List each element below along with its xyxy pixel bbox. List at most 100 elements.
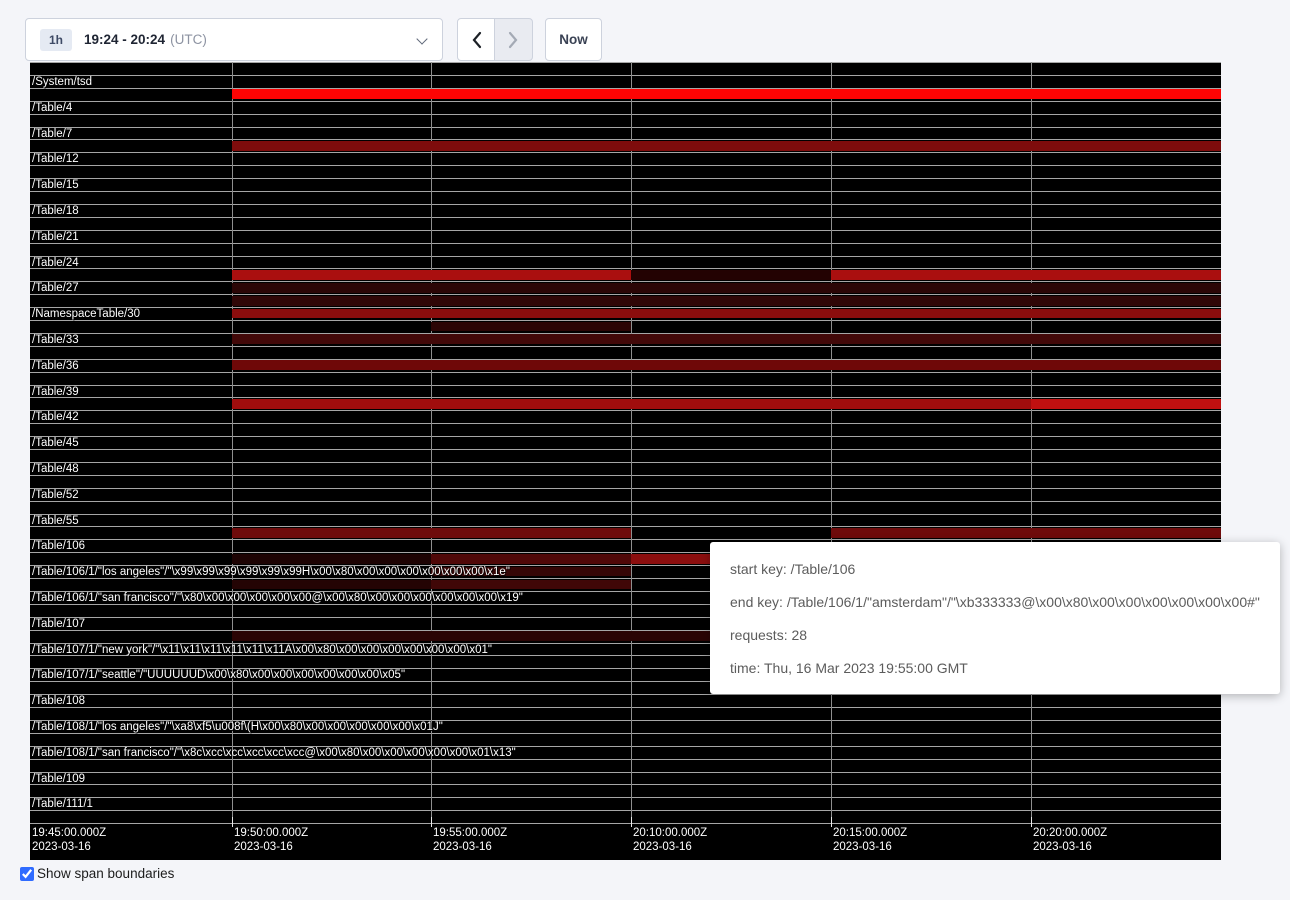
heatmap-band[interactable] — [831, 399, 1031, 409]
span-label: /Table/42 — [32, 411, 79, 424]
heatmap-band[interactable] — [431, 141, 631, 151]
span-label: /Table/18 — [32, 205, 79, 218]
heatmap-band[interactable] — [1031, 528, 1221, 538]
heatmap-band[interactable] — [431, 309, 631, 319]
key-visualizer-canvas[interactable]: /System/tsd/Table/4/Table/7/Table/12/Tab… — [30, 62, 1221, 860]
chevron-down-icon — [416, 33, 427, 44]
span-label: /Table/111/1 — [32, 798, 93, 811]
axis-tick — [232, 817, 233, 827]
span-tooltip: start key: /Table/106 end key: /Table/10… — [710, 542, 1280, 694]
heatmap-band[interactable] — [431, 360, 631, 370]
span-boundary-line — [30, 372, 1221, 373]
span-label: /Table/108/1/"los angeles"/"\xa8\xf5\u00… — [32, 721, 443, 734]
span-label: /Table/15 — [32, 179, 79, 192]
time-range-dropdown[interactable]: 1h 19:24 - 20:24 (UTC) — [25, 18, 443, 61]
span-boundary-line — [30, 75, 1221, 76]
heatmap-band[interactable] — [631, 360, 831, 370]
heatmap-band[interactable] — [431, 334, 631, 344]
heatmap-band[interactable] — [431, 631, 631, 641]
heatmap-band[interactable] — [831, 89, 1031, 99]
span-label: /Table/108/1/"san francisco"/"\x8c\xcc\x… — [32, 747, 516, 760]
heatmap-band[interactable] — [232, 554, 431, 564]
heatmap-band[interactable] — [1031, 309, 1221, 319]
heatmap-band[interactable] — [631, 334, 831, 344]
heatmap-band[interactable] — [631, 399, 831, 409]
span-boundary-line — [30, 191, 1221, 192]
heatmap-band[interactable] — [631, 141, 831, 151]
heatmap-band[interactable] — [1031, 89, 1221, 99]
heatmap-band[interactable] — [232, 580, 431, 590]
heatmap-band[interactable] — [232, 141, 431, 151]
heatmap-band[interactable] — [232, 296, 431, 306]
span-label: /Table/12 — [32, 153, 79, 166]
span-boundary-line — [30, 114, 1221, 115]
heatmap-band[interactable] — [232, 360, 431, 370]
heatmap-band[interactable] — [1031, 296, 1221, 306]
heatmap-band[interactable] — [1031, 141, 1221, 151]
span-boundary-line — [30, 165, 1221, 166]
show-span-boundaries-control[interactable]: Show span boundaries — [20, 866, 174, 881]
axis-tick-label: 20:20:00.000Z2023-03-16 — [1033, 827, 1107, 854]
heatmap-band[interactable] — [431, 296, 631, 306]
prev-time-button[interactable] — [457, 18, 495, 61]
heatmap-band[interactable] — [831, 270, 1031, 280]
heatmap-band[interactable] — [431, 89, 631, 99]
span-boundary-line — [30, 707, 1221, 708]
heatmap-band[interactable] — [831, 528, 1031, 538]
heatmap-band[interactable] — [831, 360, 1031, 370]
heatmap-band[interactable] — [1031, 399, 1221, 409]
heatmap-band[interactable] — [831, 141, 1031, 151]
span-boundary-line — [30, 501, 1221, 502]
heatmap-band[interactable] — [232, 270, 431, 280]
chevron-right-icon — [508, 31, 519, 49]
time-range-text: 19:24 - 20:24 — [84, 32, 165, 47]
axis-tick — [431, 817, 432, 827]
axis-tick-label: 20:10:00.000Z2023-03-16 — [633, 827, 707, 854]
heatmap-band[interactable] — [1031, 334, 1221, 344]
span-label: /Table/106/1/"los angeles"/"\x99\x99\x99… — [32, 566, 510, 579]
heatmap-band[interactable] — [232, 631, 431, 641]
span-label: /Table/45 — [32, 437, 79, 450]
span-label: /NamespaceTable/30 — [32, 308, 140, 321]
span-boundary-line — [30, 385, 1221, 386]
time-zone-text: (UTC) — [170, 32, 207, 47]
heatmap-band[interactable] — [431, 399, 631, 409]
heatmap-band[interactable] — [431, 528, 631, 538]
heatmap-band[interactable] — [232, 399, 431, 409]
span-boundary-line — [30, 784, 1221, 785]
heatmap-band[interactable] — [431, 283, 631, 293]
now-button[interactable]: Now — [545, 18, 602, 61]
span-label: /Table/33 — [32, 334, 79, 347]
heatmap-band[interactable] — [631, 89, 831, 99]
heatmap-band[interactable] — [1031, 270, 1221, 280]
span-boundary-line — [30, 514, 1221, 515]
heatmap-band[interactable] — [831, 334, 1031, 344]
heatmap-band[interactable] — [631, 283, 831, 293]
span-boundary-line — [30, 694, 1221, 695]
heatmap-band[interactable] — [431, 270, 631, 280]
heatmap-band[interactable] — [831, 296, 1031, 306]
show-span-boundaries-checkbox[interactable] — [20, 867, 34, 881]
heatmap-band[interactable] — [831, 309, 1031, 319]
tooltip-end-key: end key: /Table/106/1/"amsterdam"/"\xb33… — [730, 594, 1260, 610]
heatmap-band[interactable] — [232, 89, 431, 99]
heatmap-band[interactable] — [232, 283, 431, 293]
heatmap-band[interactable] — [431, 580, 631, 590]
heatmap-band[interactable] — [631, 270, 831, 280]
heatmap-band[interactable] — [431, 322, 631, 332]
heatmap-band[interactable] — [1031, 283, 1221, 293]
heatmap-band[interactable] — [431, 554, 631, 564]
span-boundary-line — [30, 462, 1221, 463]
span-boundary-line — [30, 772, 1221, 773]
heatmap-band[interactable] — [232, 309, 431, 319]
span-boundary-line — [30, 823, 1221, 824]
heatmap-band[interactable] — [631, 296, 831, 306]
heatmap-band[interactable] — [232, 334, 431, 344]
span-boundary-line — [30, 423, 1221, 424]
heatmap-band[interactable] — [831, 283, 1031, 293]
span-label: /Table/107 — [32, 618, 85, 631]
heatmap-band[interactable] — [631, 309, 831, 319]
heatmap-band[interactable] — [232, 528, 431, 538]
next-time-button[interactable] — [494, 18, 533, 61]
heatmap-band[interactable] — [1031, 360, 1221, 370]
